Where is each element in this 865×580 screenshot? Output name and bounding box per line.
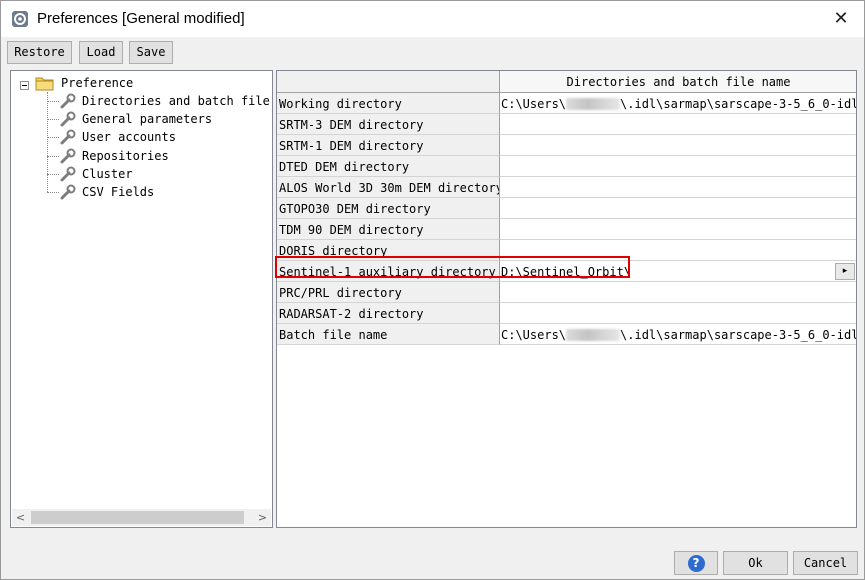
- table-row: TDM 90 DEM directory: [277, 219, 856, 240]
- tree-horizontal-scrollbar[interactable]: < >: [12, 509, 271, 526]
- tree-item-label: Repositories: [82, 149, 169, 163]
- value-prefix: C:\Users\: [501, 97, 567, 111]
- tree-item-label: Directories and batch file n: [82, 94, 285, 108]
- wrench-icon: [60, 111, 76, 127]
- row-label: Batch file name: [277, 324, 500, 345]
- srtm1-directory-field[interactable]: [500, 135, 856, 156]
- value-suffix: \.idl\sarmap\sarscape-3-5_6_0-idl_8: [620, 328, 857, 342]
- ok-button[interactable]: Ok: [723, 551, 788, 575]
- table-row: SRTM-3 DEM directory: [277, 114, 856, 135]
- value-prefix: C:\Users\: [501, 328, 567, 342]
- table-row: SRTM-1 DEM directory: [277, 135, 856, 156]
- table-row: Sentinel-1 auxiliary directory D:\Sentin…: [277, 261, 856, 282]
- batch-file-name-field[interactable]: C:\Users\ \.idl\sarmap\sarscape-3-5_6_0-i…: [500, 324, 857, 345]
- help-icon: ?: [687, 555, 705, 572]
- tree-item-label: General parameters: [82, 112, 213, 126]
- table-row: RADARSAT-2 directory: [277, 303, 856, 324]
- row-label: ALOS World 3D 30m DEM directory: [277, 177, 500, 198]
- row-label: SRTM-1 DEM directory: [277, 135, 500, 156]
- collapse-toggle[interactable]: [20, 81, 29, 90]
- row-label: SRTM-3 DEM directory: [277, 114, 500, 135]
- close-icon[interactable]: ✕: [826, 5, 856, 33]
- value-suffix: \.idl\sarmap\sarscape-3-5_6_0-idl_8: [620, 97, 857, 111]
- working-directory-field[interactable]: C:\Users\ \.idl\sarmap\sarscape-3-5_6_0-i…: [500, 93, 857, 114]
- radarsat2-directory-field[interactable]: [500, 303, 856, 324]
- title-bar: Preferences [General modified] ✕: [1, 1, 864, 37]
- table-row: GTOPO30 DEM directory: [277, 198, 856, 219]
- column-header: Directories and batch file name: [500, 71, 856, 93]
- browse-button[interactable]: ▸: [835, 263, 855, 280]
- scroll-left-icon[interactable]: <: [12, 509, 29, 526]
- preference-tree: Preference Directories and batch file n …: [10, 70, 284, 528]
- sentinel1-directory-field[interactable]: D:\Sentinel_Orbit\ ▸: [500, 261, 856, 282]
- save-button[interactable]: Save: [129, 41, 173, 64]
- row-label: DTED DEM directory: [277, 156, 500, 177]
- table-row: Working directory C:\Users\ \.idl\sarmap\…: [277, 93, 857, 114]
- prc-prl-directory-field[interactable]: [500, 282, 856, 303]
- table-corner: [277, 71, 500, 93]
- cancel-button[interactable]: Cancel: [793, 551, 858, 575]
- table-row: ALOS World 3D 30m DEM directory: [277, 177, 856, 198]
- redacted-username: [566, 98, 621, 110]
- row-label: Sentinel-1 auxiliary directory: [277, 261, 500, 282]
- wrench-icon: [60, 166, 76, 182]
- app-gear-icon: [12, 11, 28, 27]
- tree-item-label: CSV Fields: [82, 185, 155, 199]
- preferences-dialog: Preferences [General modified] ✕ Restore…: [0, 0, 865, 580]
- table-row: Batch file name C:\Users\ \.idl\sarmap\sa…: [277, 324, 857, 345]
- restore-button[interactable]: Restore: [7, 41, 72, 64]
- tree-item-label: Preference: [61, 76, 134, 90]
- srtm3-directory-field[interactable]: [500, 114, 856, 135]
- tree-item-label: User accounts: [82, 130, 176, 144]
- wrench-icon: [60, 148, 76, 164]
- redacted-username: [566, 329, 621, 341]
- window-title: Preferences [General modified]: [37, 10, 245, 27]
- table-row: DTED DEM directory: [277, 156, 856, 177]
- row-label: Working directory: [277, 93, 500, 114]
- row-label: RADARSAT-2 directory: [277, 303, 500, 324]
- folder-icon: [35, 77, 54, 91]
- gtopo30-directory-field[interactable]: [500, 198, 856, 219]
- row-label: GTOPO30 DEM directory: [277, 198, 500, 219]
- doris-directory-field[interactable]: [500, 240, 856, 261]
- scrollbar-thumb[interactable]: [31, 511, 244, 524]
- directories-table: Directories and batch file name Working …: [276, 70, 857, 528]
- row-label: PRC/PRL directory: [277, 282, 500, 303]
- row-label: DORIS directory: [277, 240, 500, 261]
- wrench-icon: [60, 129, 76, 145]
- tree-item-label: Cluster: [82, 167, 133, 181]
- wrench-icon: [60, 93, 76, 109]
- row-label: TDM 90 DEM directory: [277, 219, 500, 240]
- table-row: DORIS directory: [277, 240, 856, 261]
- alos-directory-field[interactable]: [500, 177, 856, 198]
- dted-directory-field[interactable]: [500, 156, 856, 177]
- value-text: D:\Sentinel_Orbit\: [501, 265, 632, 279]
- tdm90-directory-field[interactable]: [500, 219, 856, 240]
- scroll-right-icon[interactable]: >: [254, 509, 271, 526]
- wrench-icon: [60, 184, 76, 200]
- load-button[interactable]: Load: [79, 41, 123, 64]
- help-button[interactable]: ?: [674, 551, 718, 575]
- table-row: PRC/PRL directory: [277, 282, 856, 303]
